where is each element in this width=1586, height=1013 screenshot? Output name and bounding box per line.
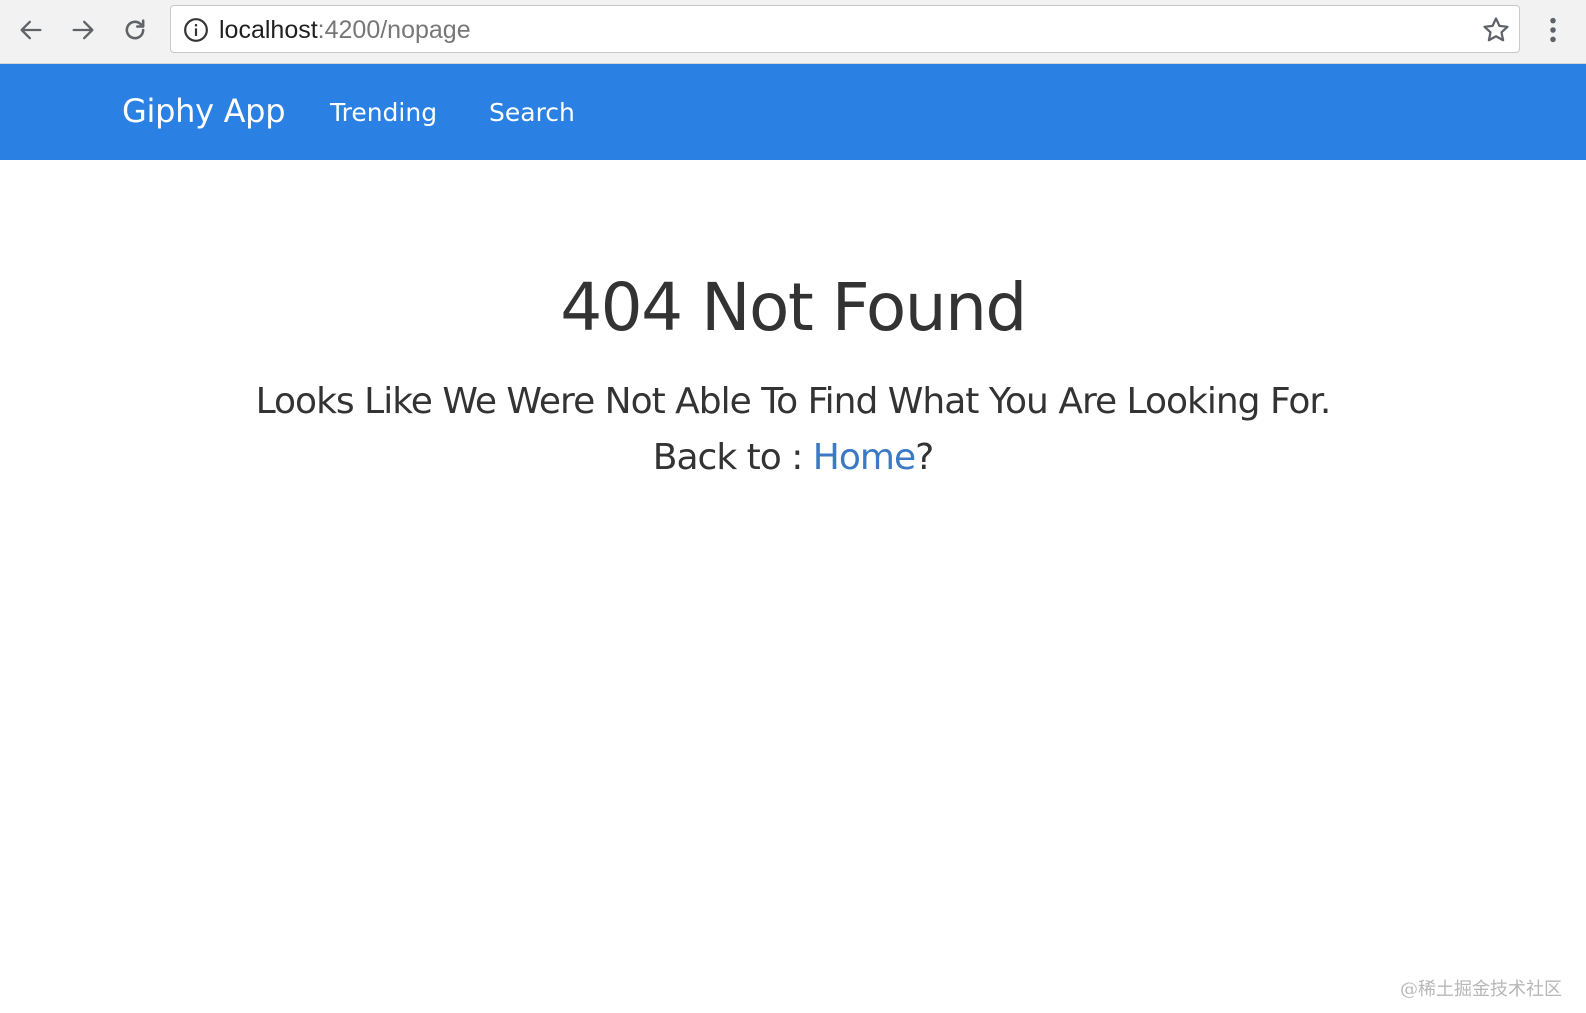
page-title: 404 Not Found: [560, 269, 1027, 346]
not-found-content: 404 Not Found Looks Like We Were Not Abl…: [0, 160, 1586, 486]
back-to-label: Back to :: [652, 437, 813, 478]
nav-link-trending[interactable]: Trending: [330, 98, 437, 127]
url-host: localhost: [219, 16, 318, 44]
browser-toolbar: localhost:4200/nopage: [0, 0, 1586, 64]
info-icon[interactable]: [183, 17, 209, 43]
not-found-message-block: Looks Like We Were Not Able To Find What…: [0, 374, 1586, 486]
arrow-left-icon: [20, 20, 42, 40]
app-navbar: Giphy App Trending Search: [0, 64, 1586, 160]
not-found-message: Looks Like We Were Not Able To Find What…: [255, 381, 1332, 422]
url-path: :4200/nopage: [317, 16, 471, 44]
arrow-right-icon: [72, 20, 94, 40]
brand-link[interactable]: Giphy App: [122, 92, 286, 130]
nav-link-search[interactable]: Search: [489, 98, 575, 127]
reload-icon: [125, 19, 145, 40]
watermark: @稀土掘金技术社区: [1400, 979, 1562, 1000]
back-button[interactable]: [13, 12, 49, 48]
forward-button[interactable]: [65, 12, 101, 48]
address-bar[interactable]: localhost:4200/nopage: [170, 5, 1520, 53]
more-vert-icon[interactable]: [1538, 14, 1568, 46]
bookmark-star-icon[interactable]: [1481, 15, 1511, 45]
url-text[interactable]: localhost:4200/nopage: [219, 15, 471, 45]
reload-button[interactable]: [117, 12, 153, 48]
question-mark: ?: [915, 437, 934, 478]
home-link[interactable]: Home: [813, 437, 916, 478]
